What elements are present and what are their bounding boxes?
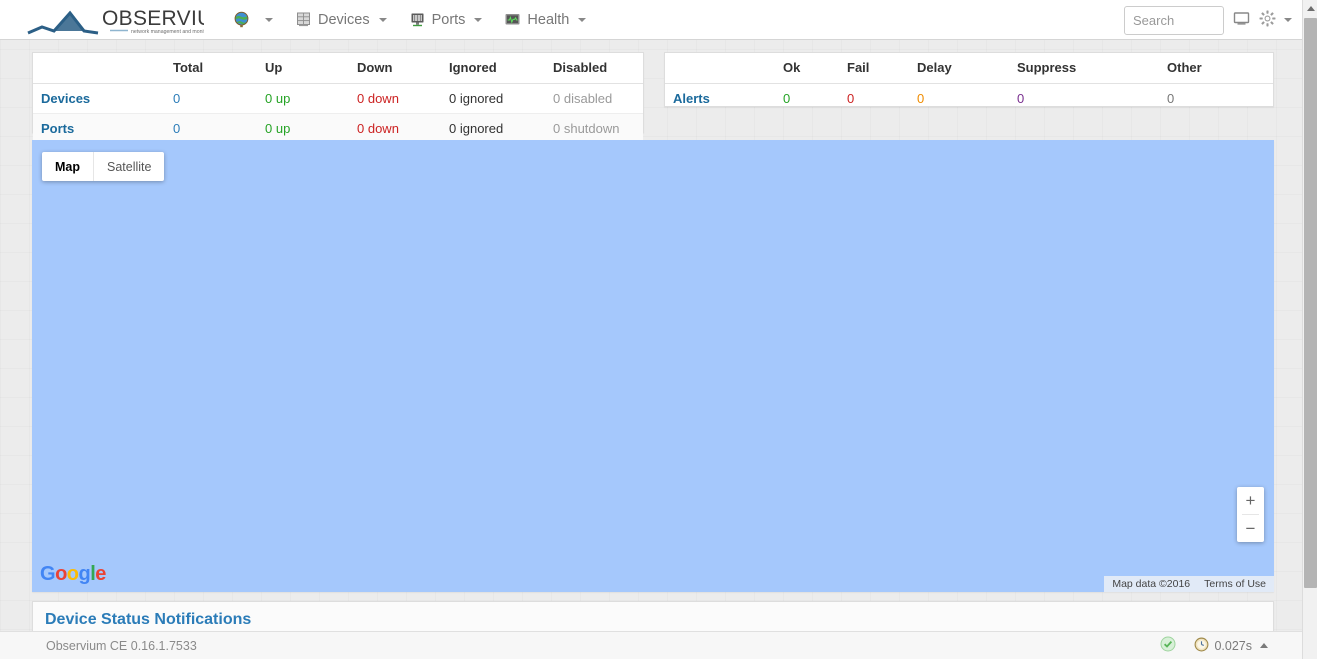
device-port-stats-table: Total Up Down Ignored Disabled Devices 0… [33, 53, 643, 143]
alerts-ok-value[interactable]: 0 [775, 84, 839, 114]
top-navbar: OBSERVIUM network management and monitor… [0, 0, 1302, 40]
col-header-ok: Ok [775, 53, 839, 84]
scrollbar-thumb[interactable] [1304, 18, 1317, 588]
devices-ignored-value[interactable]: 0 ignored [441, 83, 545, 114]
map-type-button-map[interactable]: Map [42, 152, 93, 181]
nav-item-ports[interactable]: Ports [398, 0, 494, 40]
chevron-up-icon [1306, 5, 1315, 11]
health-monitor-icon [504, 11, 521, 28]
clock-icon [1194, 637, 1209, 655]
chevron-down-icon [1284, 18, 1292, 22]
table-row-ports: Ports 0 0 up 0 down 0 ignored 0 shutdown [33, 113, 643, 143]
chevron-down-icon [265, 17, 273, 22]
server-rack-icon [295, 11, 312, 28]
col-header-up: Up [257, 53, 349, 84]
table-header-row: Ok Fail Delay Suppress Other [665, 53, 1273, 84]
navbar-menu: Devices Ports Health [222, 0, 597, 40]
alerts-stats-panel: Ok Fail Delay Suppress Other Alerts 0 0 … [664, 52, 1274, 107]
chevron-down-icon [474, 17, 483, 22]
alerts-row-label[interactable]: Alerts [665, 84, 775, 114]
devices-down-value[interactable]: 0 down [349, 83, 441, 114]
google-logo[interactable]: Google [40, 563, 106, 586]
zoom-in-button[interactable]: + [1237, 487, 1264, 514]
alerts-stats-table: Ok Fail Delay Suppress Other Alerts 0 0 … [665, 53, 1273, 113]
alerts-fail-value[interactable]: 0 [839, 84, 909, 114]
chevron-down-icon [378, 17, 387, 22]
nav-item-devices-label: Devices [318, 11, 370, 28]
map-data-copyright: Map data ©2016 [1112, 578, 1191, 590]
scroll-up-button[interactable] [1303, 0, 1317, 16]
col-header-blank [33, 53, 165, 84]
zoom-out-button[interactable]: − [1237, 515, 1264, 542]
check-circle-icon[interactable] [1160, 636, 1176, 655]
globe-icon [233, 11, 250, 28]
observium-logo-icon: OBSERVIUM network management and monitor… [27, 7, 204, 35]
display-toggle-button[interactable] [1224, 0, 1258, 40]
nav-item-devices[interactable]: Devices [284, 0, 398, 40]
version-label: Observium CE 0.16.1.7533 [46, 638, 197, 653]
col-header-total: Total [165, 53, 257, 84]
map-attribution: Map data ©2016 Terms of Use [1104, 576, 1274, 592]
ports-shutdown-value[interactable]: 0 shutdown [545, 113, 643, 143]
footer-status-group: 0.027s [1160, 636, 1268, 655]
nav-item-globe[interactable] [222, 0, 284, 40]
table-row-alerts: Alerts 0 0 0 0 0 [665, 84, 1273, 114]
generation-time-value: 0.027s [1214, 638, 1252, 653]
table-row-devices: Devices 0 0 up 0 down 0 ignored 0 disabl… [33, 83, 643, 114]
devices-disabled-value[interactable]: 0 disabled [545, 83, 643, 114]
col-header-down: Down [349, 53, 441, 84]
network-port-icon [409, 11, 426, 28]
brand-logo[interactable]: OBSERVIUM network management and monitor… [24, 1, 204, 39]
col-header-delay: Delay [909, 53, 1009, 84]
map-type-control: Map Satellite [42, 152, 165, 181]
col-header-suppress: Suppress [1009, 53, 1159, 84]
ports-total-value[interactable]: 0 [165, 113, 257, 143]
map-zoom-control: + − [1237, 487, 1264, 542]
nav-item-health[interactable]: Health [493, 0, 597, 40]
page-footer: Observium CE 0.16.1.7533 0.027s [0, 631, 1302, 659]
chevron-up-icon [1260, 643, 1268, 648]
gear-icon [1258, 9, 1277, 31]
stats-row-label-devices[interactable]: Devices [33, 83, 165, 114]
table-header-row: Total Up Down Ignored Disabled [33, 53, 643, 84]
search-input[interactable] [1124, 5, 1224, 35]
stats-row-label-ports[interactable]: Ports [33, 113, 165, 143]
col-header-other: Other [1159, 53, 1273, 84]
device-port-stats-panel: Total Up Down Ignored Disabled Devices 0… [32, 52, 644, 143]
nav-item-ports-label: Ports [431, 11, 466, 28]
col-header-blank [665, 53, 775, 84]
col-header-disabled: Disabled [545, 53, 643, 84]
chevron-down-icon [578, 17, 587, 22]
ports-ignored-value[interactable]: 0 ignored [441, 113, 545, 143]
ports-up-value[interactable]: 0 up [257, 113, 349, 143]
navbar-right-group [1124, 0, 1302, 40]
alerts-suppress-value[interactable]: 0 [1009, 84, 1159, 114]
col-header-ignored: Ignored [441, 53, 545, 84]
monitor-icon [1232, 9, 1251, 31]
col-header-fail: Fail [839, 53, 909, 84]
svg-text:OBSERVIUM: OBSERVIUM [102, 7, 204, 30]
nav-item-health-label: Health [527, 11, 570, 28]
alerts-delay-value[interactable]: 0 [909, 84, 1009, 114]
ports-down-value[interactable]: 0 down [349, 113, 441, 143]
vertical-scrollbar[interactable] [1302, 0, 1317, 659]
page-generation-time[interactable]: 0.027s [1194, 637, 1268, 655]
devices-up-value[interactable]: 0 up [257, 83, 349, 114]
alerts-other-value[interactable]: 0 [1159, 84, 1273, 114]
settings-menu-button[interactable] [1258, 9, 1302, 31]
devices-total-value[interactable]: 0 [165, 83, 257, 114]
world-map[interactable]: Map Satellite + − Google Map data ©2016 … [32, 140, 1274, 592]
terms-of-use-link[interactable]: Terms of Use [1204, 578, 1266, 590]
map-type-button-satellite[interactable]: Satellite [93, 152, 164, 181]
svg-text:network management and monitor: network management and monitoring [131, 29, 204, 35]
